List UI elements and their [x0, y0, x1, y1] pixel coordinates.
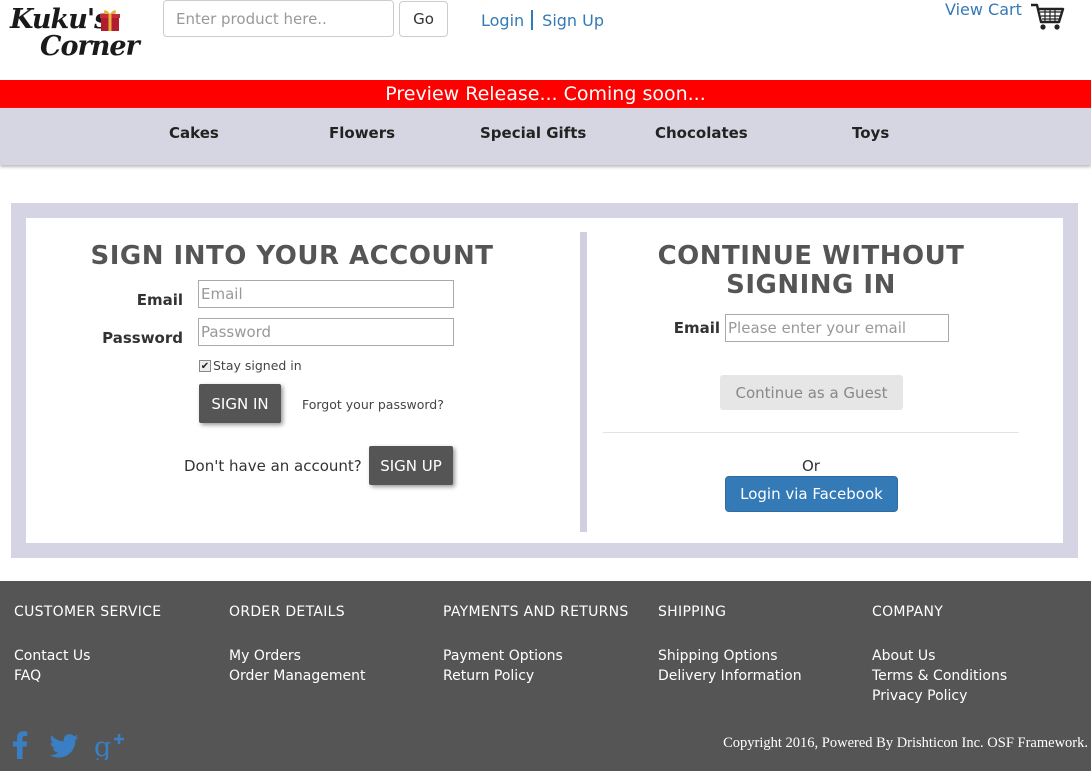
sign-in-button[interactable]: SIGN IN [199, 384, 281, 423]
nav-item-cakes[interactable]: Cakes [169, 124, 219, 142]
svg-text:g: g [94, 732, 111, 760]
preview-banner: Preview Release... Coming soon... [0, 80, 1091, 108]
account-panel-inner: SIGN INTO YOUR ACCOUNT Email Password ✔ … [26, 218, 1063, 543]
forgot-password-link[interactable]: Forgot your password? [302, 397, 444, 412]
footer-link-terms-conditions[interactable]: Terms & Conditions [872, 666, 1007, 686]
copyright-text: Copyright 2016, Powered By Drishticon In… [723, 735, 1088, 751]
guest-title-line1: CONTINUE WITHOUT [657, 241, 965, 271]
footer-link-shipping-options[interactable]: Shipping Options [658, 646, 802, 666]
facebook-icon[interactable] [12, 731, 28, 759]
signin-password-field[interactable] [198, 318, 454, 346]
footer-link-faq[interactable]: FAQ [14, 666, 161, 686]
footer-column-company: COMPANY About Us Terms & Conditions Priv… [872, 604, 1007, 706]
continue-as-guest-button[interactable]: Continue as a Guest [720, 375, 903, 410]
or-separator-line [603, 432, 1019, 433]
footer-link-contact-us[interactable]: Contact Us [14, 646, 161, 666]
nav-item-chocolates[interactable]: Chocolates [655, 124, 748, 142]
signup-link[interactable]: Sign Up [542, 11, 604, 30]
footer-heading: ORDER DETAILS [229, 604, 345, 620]
guest-email-label: Email [673, 319, 720, 337]
stay-signed-in-label: Stay signed in [213, 358, 302, 373]
footer-link-my-orders[interactable]: My Orders [229, 646, 365, 666]
no-account-text: Don't have an account? [184, 457, 362, 475]
stay-signed-in-row: ✔ Stay signed in [199, 358, 302, 373]
footer: CUSTOMER SERVICE Contact Us FAQ ORDER DE… [0, 581, 1091, 771]
header: Kuku's Corner Go Login Sign Up View Cart [0, 0, 1091, 80]
nav-item-flowers[interactable]: Flowers [329, 124, 395, 142]
footer-heading: CUSTOMER SERVICE [14, 604, 162, 620]
view-cart-link[interactable]: View Cart [945, 0, 1022, 19]
footer-link-order-management[interactable]: Order Management [229, 666, 365, 686]
signin-title: SIGN INTO YOUR ACCOUNT [90, 241, 494, 271]
account-panel: SIGN INTO YOUR ACCOUNT Email Password ✔ … [11, 203, 1078, 558]
go-button[interactable]: Go [399, 1, 448, 37]
signin-email-field[interactable] [198, 280, 454, 308]
logo-text-line2: Corner [40, 31, 140, 62]
guest-email-field[interactable] [725, 314, 949, 342]
footer-heading: PAYMENTS AND RETURNS [443, 604, 629, 620]
signin-email-label: Email [136, 291, 183, 309]
google-plus-icon[interactable]: g [94, 730, 126, 760]
category-nav: Cakes Flowers Special Gifts Chocolates T… [0, 108, 1091, 165]
site-logo[interactable]: Kuku's Corner [8, 4, 140, 66]
guest-title-line2: SIGNING IN [726, 270, 896, 300]
or-text: Or [802, 457, 820, 475]
footer-link-return-policy[interactable]: Return Policy [443, 666, 629, 686]
search-input[interactable] [163, 0, 394, 37]
nav-item-special-gifts[interactable]: Special Gifts [480, 124, 586, 142]
footer-heading: SHIPPING [658, 604, 727, 620]
auth-separator [531, 10, 534, 30]
footer-column-order-details: ORDER DETAILS My Orders Order Management [229, 604, 365, 686]
login-link[interactable]: Login [481, 11, 524, 30]
footer-link-delivery-information[interactable]: Delivery Information [658, 666, 802, 686]
auth-links: Login Sign Up [481, 10, 604, 30]
guest-title: CONTINUE WITHOUT SIGNING IN [586, 242, 1036, 300]
twitter-icon[interactable] [49, 734, 79, 758]
gift-icon [100, 10, 120, 31]
footer-column-shipping: SHIPPING Shipping Options Delivery Infor… [658, 604, 802, 686]
sign-up-button[interactable]: SIGN UP [369, 446, 453, 485]
footer-heading: COMPANY [872, 604, 944, 620]
login-facebook-button[interactable]: Login via Facebook [725, 476, 898, 512]
footer-link-payment-options[interactable]: Payment Options [443, 646, 629, 666]
footer-link-privacy-policy[interactable]: Privacy Policy [872, 686, 1007, 706]
stay-signed-in-checkbox[interactable]: ✔ [199, 359, 211, 372]
footer-link-about-us[interactable]: About Us [872, 646, 1007, 666]
nav-item-toys[interactable]: Toys [852, 124, 889, 142]
footer-column-customer-service: CUSTOMER SERVICE Contact Us FAQ [14, 604, 161, 686]
cart-icon[interactable] [1030, 2, 1066, 32]
footer-column-payments-returns: PAYMENTS AND RETURNS Payment Options Ret… [443, 604, 629, 686]
signin-password-label: Password [102, 329, 183, 347]
